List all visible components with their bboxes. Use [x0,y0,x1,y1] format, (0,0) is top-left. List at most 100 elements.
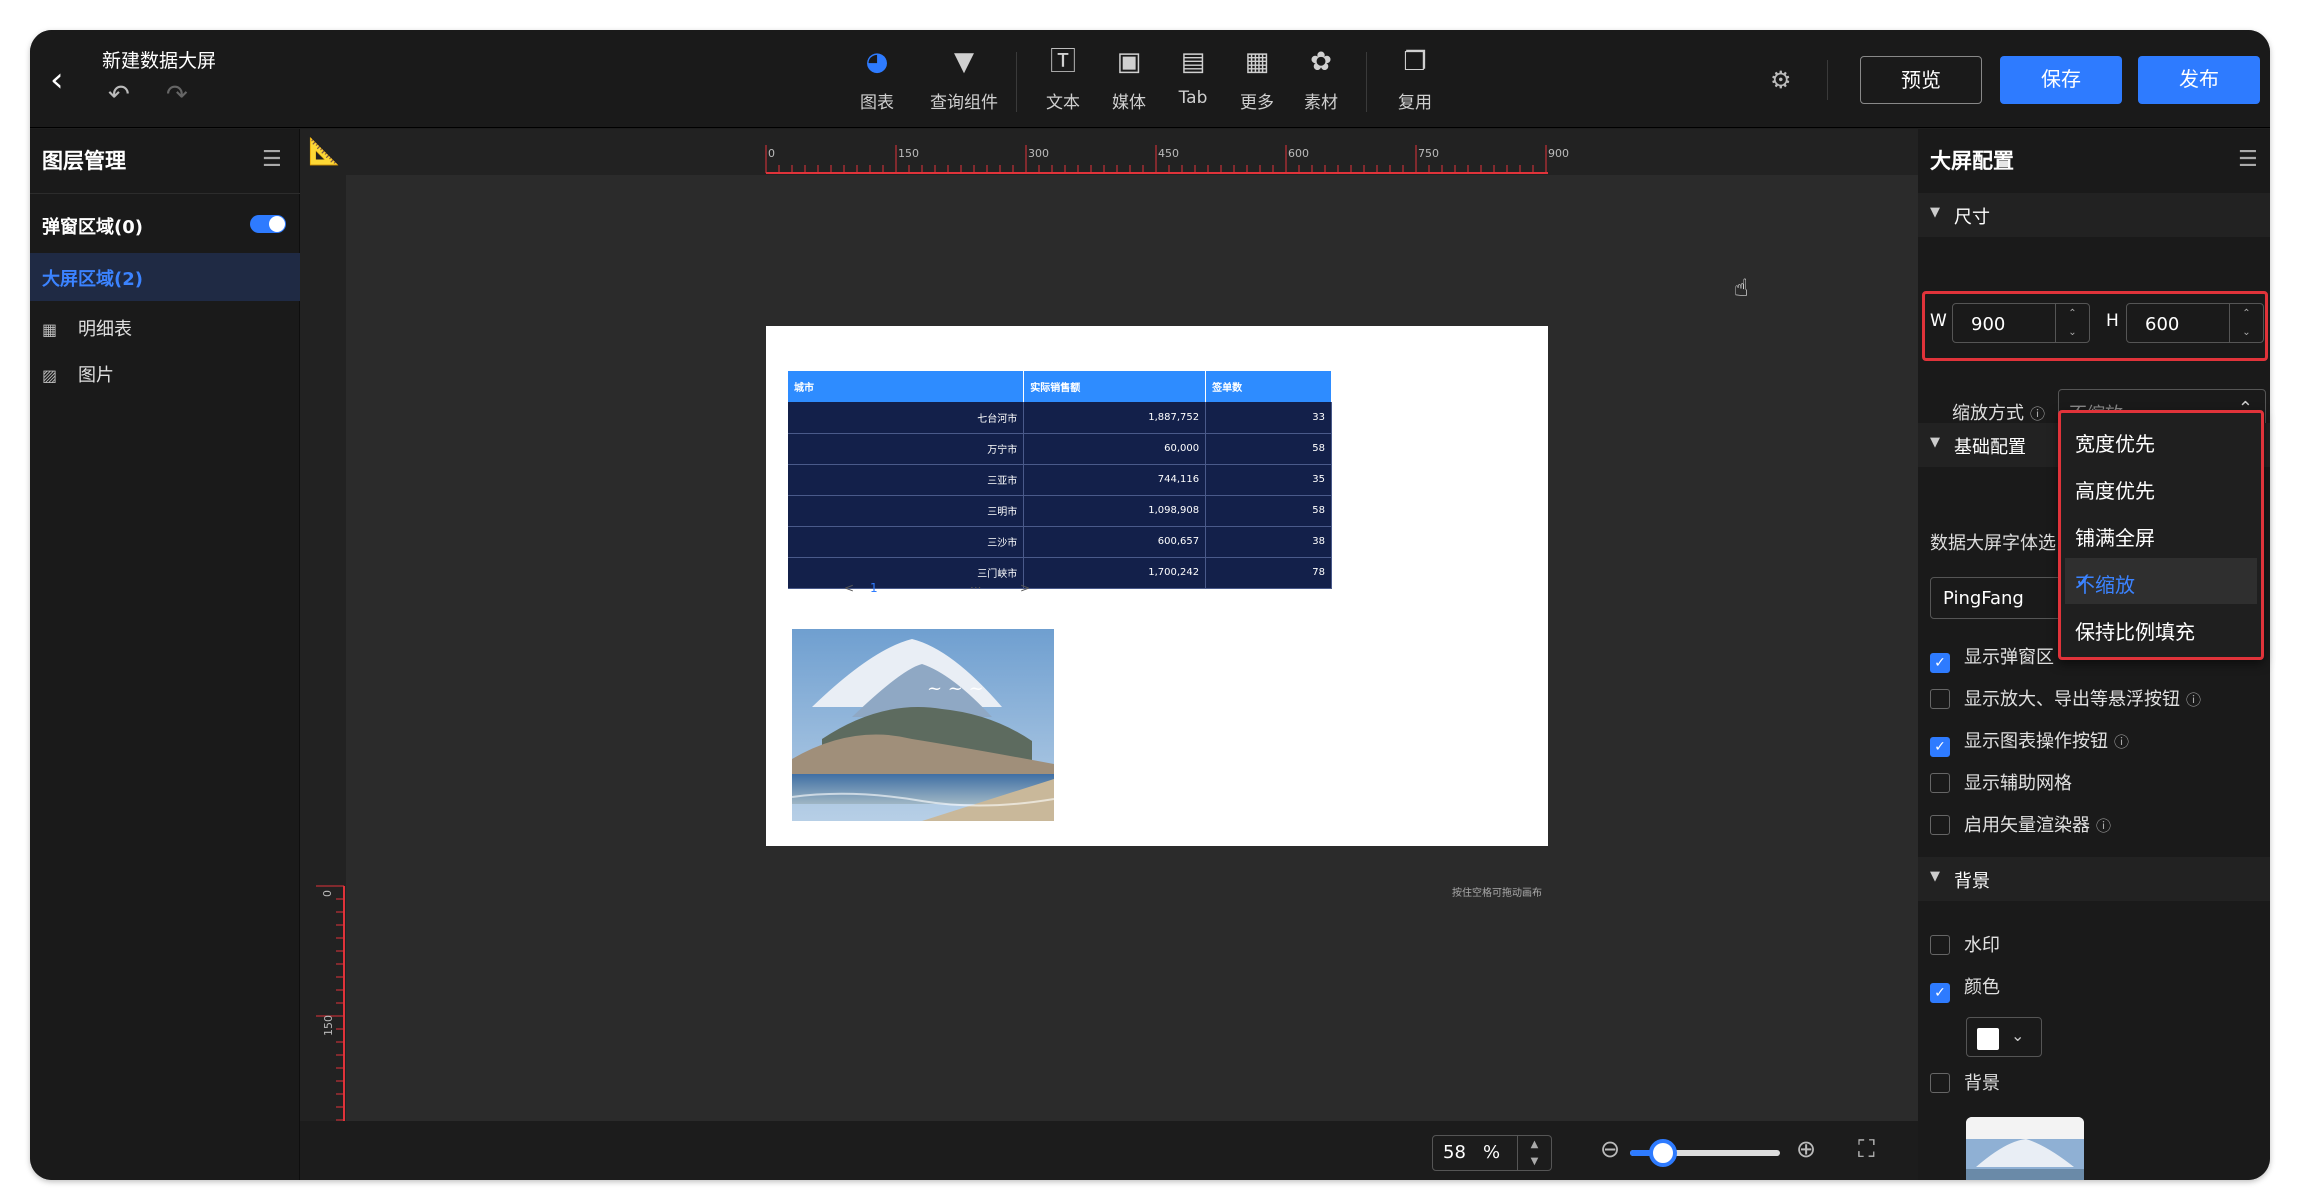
checkbox-background[interactable]: 背景 [1930,1069,2000,1095]
zoom-in-icon[interactable]: ⊕ [1796,1135,1816,1163]
checkbox[interactable] [1930,935,1950,955]
screen-area-group[interactable]: 大屏区域(2) [30,253,300,301]
fit-screen-icon[interactable]: ⛶ [1858,1135,1875,1163]
table-header-sales[interactable]: 实际销售额 [1023,371,1207,402]
table-cell: 58 [1205,495,1332,527]
checkbox[interactable] [1930,1073,1950,1093]
info-icon: ⓘ [2096,817,2112,835]
canvas-area[interactable]: 📐 0 150 300 450 600 750 900 0 150 城市 实际销… [300,129,1918,1180]
table-row[interactable]: 三亚市 744,116 35 [788,464,1332,496]
pie-chart-icon: ◕ [865,47,889,77]
tool-chart[interactable]: ◕ 图表 [842,46,912,113]
detail-table[interactable]: 城市 实际销售额 签单数 七台河市 1,887,752 33 万宁市 60,000 58 三… [788,371,1332,589]
width-label: W [1930,311,1947,331]
checkbox-chart-buttons[interactable]: ✓ 显示图表操作按钮 ⓘ [1930,727,2129,757]
checkbox[interactable]: ✓ [1930,653,1950,673]
layer-label: 明细表 [78,319,132,340]
section-background[interactable]: ▼ 背景 [1918,857,2270,901]
checkbox-watermark[interactable]: 水印 [1930,931,2000,957]
zoom-input[interactable]: 58 % ▲ ▼ [1432,1135,1552,1171]
ruler-top-label: 450 [1158,147,1179,160]
tab-icon: ▤ [1180,47,1206,77]
table-cell: 三明市 [788,495,1025,527]
back-icon[interactable]: ‹ [50,60,80,100]
table-cell: 七台河市 [788,402,1025,434]
menu-icon[interactable]: ☰ [2238,147,2258,172]
checkbox-grid[interactable]: 显示辅助网格 [1930,769,2072,795]
checkbox[interactable] [1930,689,1950,709]
tool-text[interactable]: 🅃 文本 [1028,46,1098,113]
redo-icon[interactable]: ↷ [166,80,188,110]
pager-next-icon[interactable]: > [1020,581,1030,595]
table-cell: 58 [1205,433,1332,465]
ruler-left-label: 0 [321,890,334,897]
menu-icon[interactable]: ☰ [262,147,282,172]
layer-item-image[interactable]: ▨ 图片 [42,361,114,387]
table-cell: 三门峡市 [788,557,1025,589]
tool-query[interactable]: ▼ 查询组件 [924,46,1004,113]
table-row[interactable]: 七台河市 1,887,752 33 [788,402,1332,434]
layer-item-table[interactable]: ▦ 明细表 [42,315,132,341]
check-icon: ✓ [2075,568,2092,592]
checkbox-color[interactable]: ✓ 颜色 [1930,973,2000,1003]
artboard[interactable]: 城市 实际销售额 签单数 七台河市 1,887,752 33 万宁市 60,000 58 三… [766,326,1548,846]
zoom-slider[interactable] [1630,1139,1780,1167]
tool-media[interactable]: ▣ 媒体 [1094,46,1164,113]
color-picker[interactable]: ⌄ [1966,1017,2042,1057]
drag-hint: 按住空格可拖动画布 [1452,888,1542,899]
undo-icon[interactable]: ↶ [108,80,130,110]
toolbar-divider [1016,52,1017,112]
preview-button[interactable]: 预览 [1860,56,1982,104]
checkbox-show-popup[interactable]: ✓ 显示弹窗区 [1930,643,2054,673]
ruler-top-ticks [765,145,1548,174]
scale-option-width[interactable]: 宽度优先 [2065,417,2257,463]
tool-reuse[interactable]: ❐ 复用 [1380,46,1450,113]
zoom-slider-thumb[interactable] [1649,1139,1677,1167]
pager-prev-icon[interactable]: < [844,581,854,595]
publish-button[interactable]: 发布 [2138,56,2260,104]
table-row[interactable]: 三明市 1,098,908 58 [788,495,1332,527]
settings-icon[interactable]: ⚙ [1770,66,1792,94]
font-select[interactable]: PingFang [1930,577,2070,619]
image-icon: ▣ [1116,47,1142,77]
checkbox[interactable]: ✓ [1930,983,1950,1003]
background-thumbnail[interactable] [1966,1117,2084,1180]
pager-more[interactable]: ··· [970,581,981,595]
scale-option-keep-ratio[interactable]: 保持比例填充 [2065,605,2257,651]
chevron-down-icon: ⌄ [2011,1026,2025,1045]
table-cell: 三亚市 [788,464,1025,496]
pager-page[interactable]: 1 [870,581,878,595]
zoom-stepper[interactable]: ▲ ▼ [1517,1136,1551,1170]
table-row[interactable]: 三沙市 600,657 38 [788,526,1332,558]
save-button[interactable]: 保存 [2000,56,2122,104]
scale-option-fill[interactable]: 铺满全屏 [2065,511,2257,557]
tool-tab[interactable]: ▤ Tab [1158,46,1228,108]
checkbox-float-buttons[interactable]: 显示放大、导出等悬浮按钮 ⓘ [1930,685,2201,711]
checkbox[interactable] [1930,815,1950,835]
section-size[interactable]: ▼ 尺寸 [1918,193,2270,237]
collapse-icon: ▼ [1930,869,1940,884]
height-stepper[interactable]: ⌃ ⌄ [2229,304,2263,342]
scale-option-none[interactable]: 不缩放 ✓ [2065,558,2257,604]
screen-area-label: 大屏区域(2) [42,269,143,290]
table-header-city[interactable]: 城市 [788,371,1025,402]
bottom-bar: 58 % ▲ ▼ ⊖ ⊕ ⛶ [300,1121,1918,1180]
width-stepper[interactable]: ⌃ ⌄ [2055,304,2089,342]
info-icon: ⓘ [2030,405,2046,423]
zoom-out-icon[interactable]: ⊖ [1600,1135,1620,1163]
scale-option-height[interactable]: 高度优先 [2065,464,2257,510]
checkbox[interactable]: ✓ [1930,737,1950,757]
tool-material[interactable]: ✿ 素材 [1286,46,1356,113]
fuji-image[interactable]: ~ ~ ~ [792,629,1054,821]
height-input[interactable]: 600 ⌃ ⌄ [2126,303,2264,343]
image-icon: ▨ [42,366,58,385]
checkbox-vector[interactable]: 启用矢量渲染器 ⓘ [1930,811,2111,837]
width-input[interactable]: 900 ⌃ ⌄ [1952,303,2090,343]
checkbox[interactable] [1930,773,1950,793]
table-header-orders[interactable]: 签单数 [1205,371,1332,402]
table-row[interactable]: 万宁市 60,000 58 [788,433,1332,465]
table-cell: 38 [1205,526,1332,558]
tool-more[interactable]: ▦ 更多 [1222,46,1292,113]
ruler-top-label: 0 [768,147,775,160]
popup-area-toggle[interactable] [250,215,286,233]
